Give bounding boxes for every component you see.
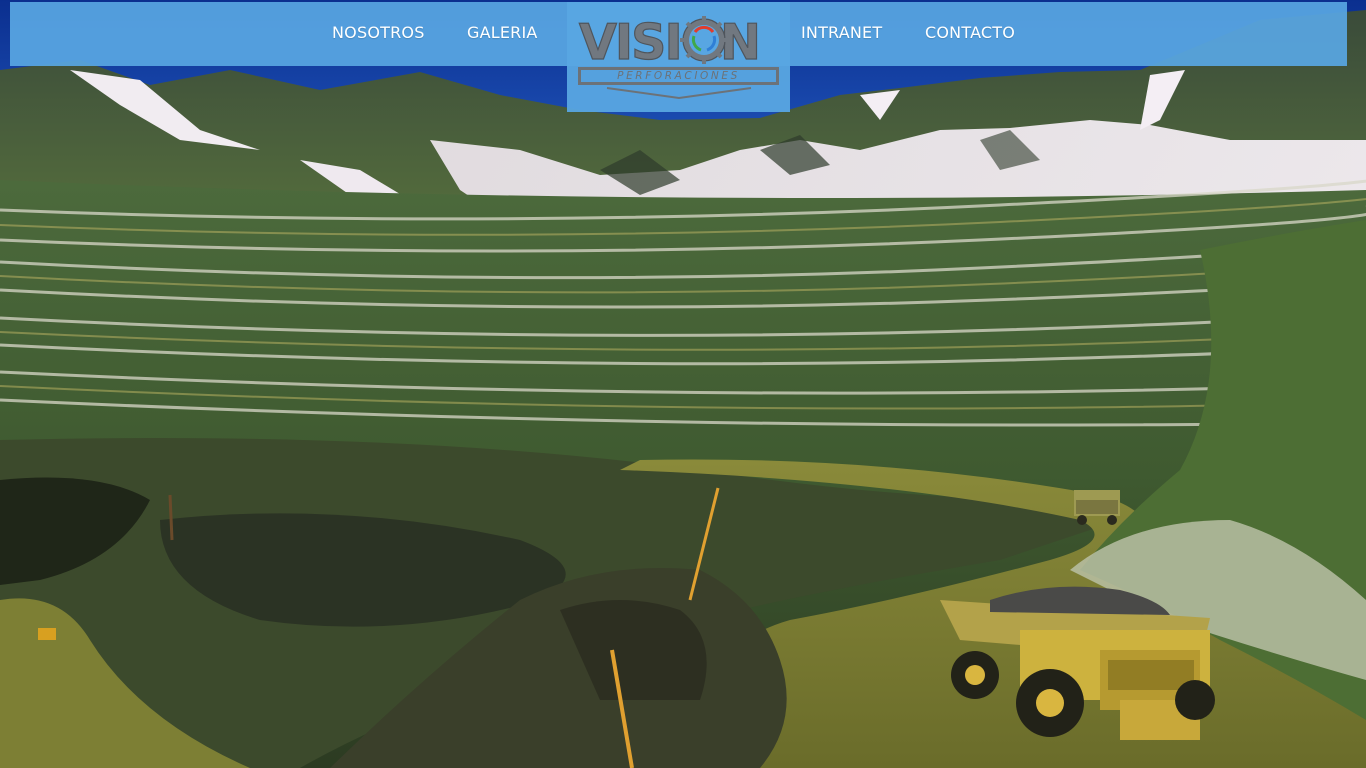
logo-graphic: VISI N xyxy=(578,13,779,100)
hero-background-image xyxy=(0,0,1366,768)
logo-word-left: VISI xyxy=(579,14,681,71)
nav-link-intranet[interactable]: INTRANET xyxy=(801,23,882,45)
logo-word-right: N xyxy=(720,14,759,71)
nav-link-nosotros[interactable]: NOSOTROS xyxy=(332,23,425,45)
nav-link-contacto[interactable]: CONTACTO xyxy=(925,23,1015,45)
logo-subtitle: PERFORACIONES xyxy=(579,68,778,84)
mine-landscape-illustration xyxy=(0,0,1366,768)
site-logo[interactable]: VISI N PERFORACIONES xyxy=(567,2,790,112)
nav-link-galeria[interactable]: GALERIA xyxy=(467,23,538,45)
logo-gear-icon xyxy=(680,16,728,64)
